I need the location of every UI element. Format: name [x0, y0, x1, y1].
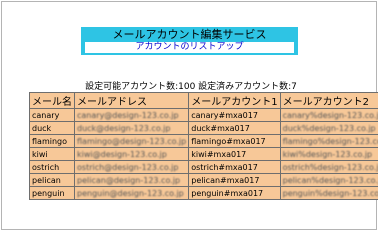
cell-mail-address: penguin@design-123.co.jp [73, 186, 190, 200]
cell-mail-account-1: flamingo#mxa017 [188, 134, 281, 148]
cell-mail-account-2: pelican%design-123.co.jp [279, 173, 378, 187]
cell-mail-account-1: ostrich#mxa017 [188, 160, 281, 174]
table-row: pelican pelican@design-123.co.jp pelican#m… [29, 173, 378, 187]
table-row: flamingo flamingo@design-123.co.jp flaming… [29, 134, 378, 148]
cell-mail-name: ostrich [29, 160, 75, 174]
cell-mail-name: duck [29, 121, 75, 135]
cell-mail-name: penguin [29, 186, 75, 200]
cell-mail-account-1: penguin#mxa017 [188, 186, 281, 200]
accounts-table: メール名 メールアドレス メールアカウント1 メールアカウント2 canary c… [29, 92, 378, 200]
cell-mail-account-2: penguin%design-123.co.jp [279, 186, 378, 200]
page-frame: メールアカウント編集サービス アカウントのリストアップ 設定可能アカウント数:1… [1, 1, 378, 230]
cell-mail-account-1: kiwi#mxa017 [188, 147, 281, 161]
cell-mail-account-2: flamingo%design-123.co.jp [279, 134, 378, 148]
cell-mail-name: kiwi [29, 147, 75, 161]
cell-mail-name: pelican [29, 173, 75, 187]
cell-mail-address: flamingo@design-123.co.jp [73, 134, 190, 148]
cell-mail-account-2: duck%design-123.co.jp [279, 121, 378, 135]
table-row: kiwi kiwi@design-123.co.jp kiwi#mxa017 kiwi… [29, 147, 378, 161]
column-header-mail-account-2: メールアカウント2 [279, 92, 378, 109]
cell-mail-address: pelican@design-123.co.jp [73, 173, 190, 187]
cell-mail-name: canary [29, 108, 75, 122]
table-row: duck duck@design-123.co.jp duck#mxa017 duck… [29, 121, 378, 135]
page-subtitle: アカウントのリストアップ [85, 42, 294, 53]
title-box: メールアカウント編集サービス アカウントのリストアップ [81, 27, 298, 55]
page-title: メールアカウント編集サービス [112, 28, 267, 41]
cell-mail-address: kiwi@design-123.co.jp [73, 147, 190, 161]
account-count-summary: 設定可能アカウント数:100 設定済みアカウント数:7 [85, 82, 297, 92]
table-row: ostrich ostrich@design-123.co.jp ostrich#m… [29, 160, 378, 174]
cell-mail-address: duck@design-123.co.jp [73, 121, 190, 135]
cell-mail-account-2: kiwi%design-123.co.jp [279, 147, 378, 161]
cell-mail-account-1: pelican#mxa017 [188, 173, 281, 187]
cell-mail-address: canary@design-123.co.jp [73, 108, 190, 122]
cell-mail-account-2: ostrich%design-123.co.jp [279, 160, 378, 174]
table-header-row: メール名 メールアドレス メールアカウント1 メールアカウント2 [29, 92, 378, 109]
column-header-mail-address: メールアドレス [73, 92, 190, 109]
column-header-mail-account-1: メールアカウント1 [188, 92, 281, 109]
cell-mail-account-1: canary#mxa017 [188, 108, 281, 122]
cell-mail-address: ostrich@design-123.co.jp [73, 160, 190, 174]
column-header-mail-name: メール名 [29, 92, 75, 109]
cell-mail-name: flamingo [29, 134, 75, 148]
table-row: canary canary@design-123.co.jp canary#mxa0… [29, 108, 378, 122]
cell-mail-account-1: duck#mxa017 [188, 121, 281, 135]
table-body: canary canary@design-123.co.jp canary#mxa0… [29, 108, 378, 200]
table-row: penguin penguin@design-123.co.jp penguin#m… [29, 186, 378, 200]
cell-mail-account-2: canary%design-123.co.jp [279, 108, 378, 122]
